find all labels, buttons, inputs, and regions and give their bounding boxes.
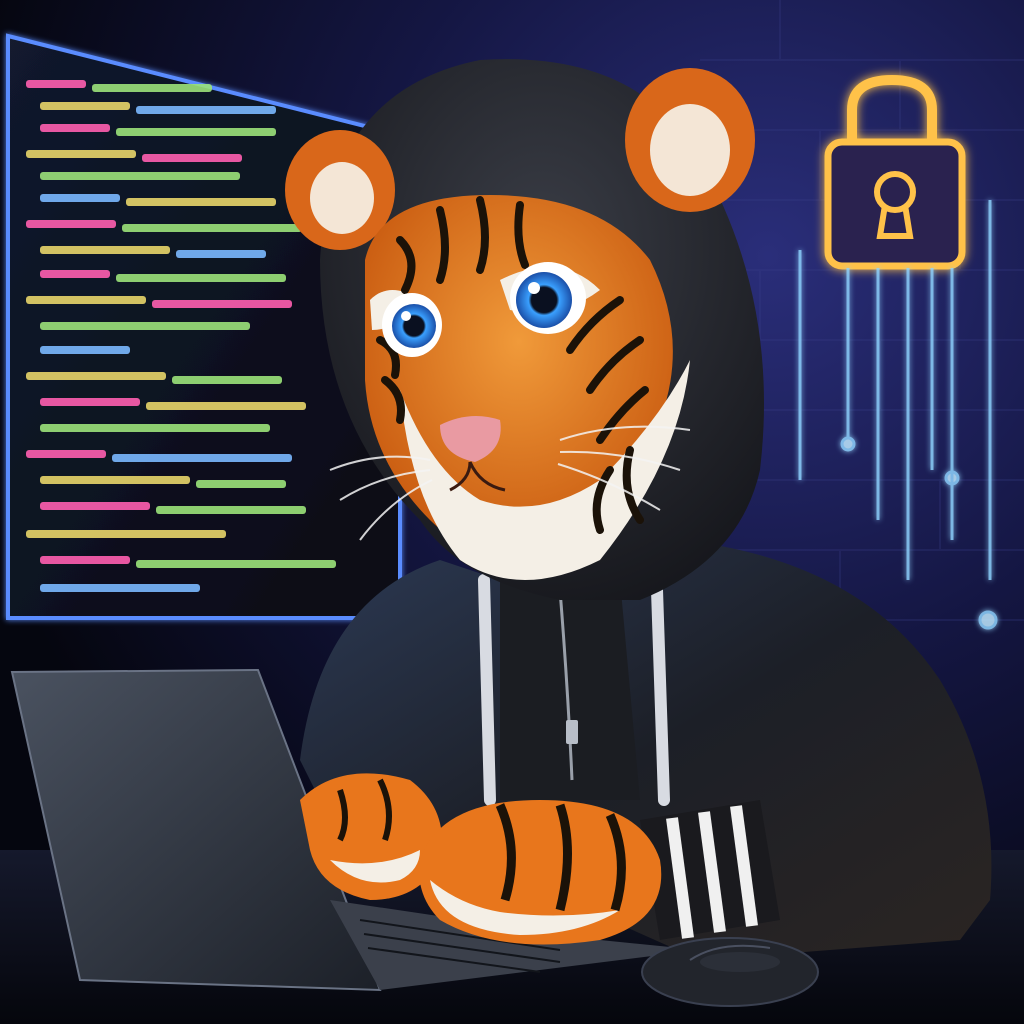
tiger-eye-right <box>510 262 586 334</box>
tiger-hacker-scene <box>0 0 1024 1024</box>
scene-illustration <box>0 0 1024 1024</box>
zipper-pull <box>566 720 578 744</box>
hoodie-drawstring-left <box>478 574 496 806</box>
hoodie-drawstring-right <box>650 554 670 806</box>
tiger-eye-left <box>382 293 442 357</box>
tiger-paw-right <box>419 800 662 945</box>
tiger-ear-right <box>625 68 755 212</box>
computer-mouse <box>641 937 819 1007</box>
